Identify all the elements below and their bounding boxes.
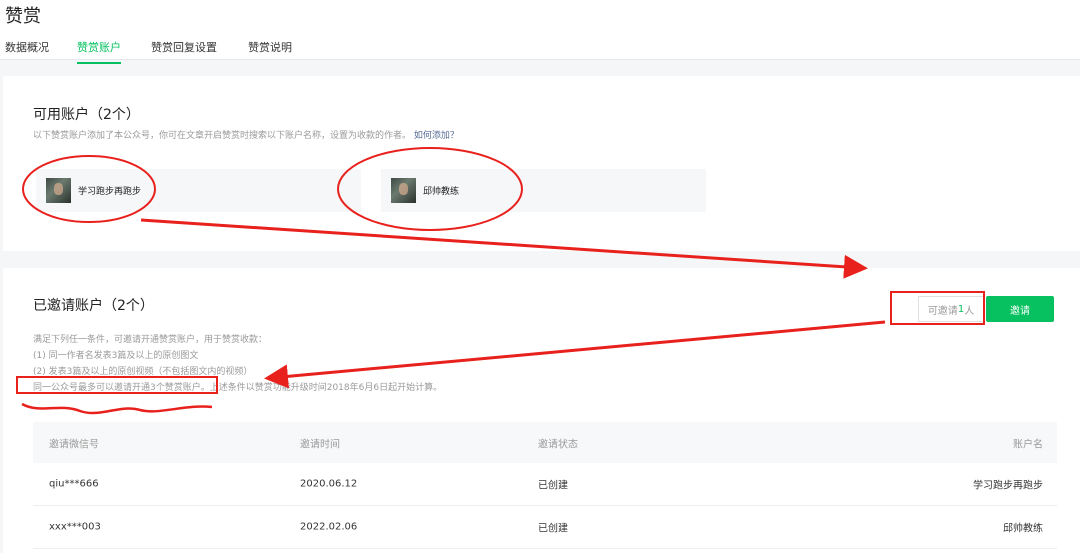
row-wechat-id: qiu***666 <box>49 478 99 490</box>
row-invite-time: 2022.02.06 <box>300 521 358 533</box>
invite-rule-line: (1) 同一作者名发表3篇及以上的原创图文 <box>33 351 199 361</box>
row-invite-time: 2020.06.12 <box>300 478 358 490</box>
account-name: 学习跑步再跑步 <box>78 187 142 197</box>
avatar <box>46 178 71 203</box>
row-invite-status: 已创建 <box>538 480 568 492</box>
table-header: 邀请微信号 邀请时间 邀请状态 账户名 <box>33 422 1057 463</box>
invite-rule-line: (2) 发表3篇及以上的原创视频（不包括图文内的视频） <box>33 367 253 377</box>
invite-quota-prefix: 可邀请 <box>927 305 958 317</box>
tab-accounts[interactable]: 赞赏账户 <box>77 39 121 64</box>
row-account-name: 学习跑步再跑步 <box>973 480 1043 492</box>
invite-quota: 可邀请 1 人 <box>918 296 984 322</box>
row-invite-status: 已创建 <box>538 523 568 535</box>
header-invite-time: 邀请时间 <box>300 439 340 450</box>
header-invite-status: 邀请状态 <box>538 439 578 450</box>
invite-button[interactable]: 邀请 <box>986 296 1054 322</box>
row-account-name: 邱帅教练 <box>1003 523 1043 535</box>
page-title: 赞赏 <box>5 6 41 27</box>
available-accounts-card: 可用账户（2个） 以下赞赏账户添加了本公众号，你可在文章开启赞赏时搜索以下账户名… <box>3 76 1080 251</box>
invited-accounts-card: 已邀请账户（2个） 可邀请 1 人 邀请 满足下列任一条件，可邀请开通赞赏账户，用于… <box>3 268 1080 553</box>
avatar <box>391 178 416 203</box>
table-row: qiu***666 2020.06.12 已创建 学习跑步再跑步 <box>33 463 1057 506</box>
invited-accounts-title: 已邀请账户（2个） <box>33 298 154 314</box>
header-wechat-id: 邀请微信号 <box>49 439 99 450</box>
account-card[interactable]: 学习跑步再跑步 <box>36 169 361 212</box>
available-accounts-title: 可用账户（2个） <box>33 107 140 123</box>
invite-rule-line: 同一公众号最多可以邀请开通3个赞赏账户。上述条件以赞赏功能升级时间2018年6月… <box>33 383 443 393</box>
app-stage: 赞赏 数据概况 赞赏账户 赞赏回复设置 赞赏说明 可用账户（2个） 以下赞赏账户… <box>0 0 1080 553</box>
account-name: 邱帅教练 <box>423 187 460 197</box>
row-wechat-id: xxx***003 <box>49 521 101 533</box>
account-card[interactable]: 邱帅教练 <box>381 169 706 212</box>
how-to-add-link[interactable]: 如何添加？ <box>414 131 459 141</box>
invite-quota-suffix: 人 <box>964 305 975 317</box>
available-desc-text: 以下赞赏账户添加了本公众号，你可在文章开启赞赏时搜索以下账户名称，设置为收款的作… <box>33 131 412 141</box>
tab-reply-settings[interactable]: 赞赏回复设置 <box>151 39 217 62</box>
tab-overview[interactable]: 数据概况 <box>5 39 49 62</box>
available-accounts-desc: 以下赞赏账户添加了本公众号，你可在文章开启赞赏时搜索以下账户名称，设置为收款的作… <box>33 128 459 141</box>
header-account-name: 账户名 <box>1013 439 1043 450</box>
tab-instructions[interactable]: 赞赏说明 <box>248 39 292 62</box>
invited-accounts-table: 邀请微信号 邀请时间 邀请状态 账户名 qiu***666 2020.06.12… <box>33 422 1057 549</box>
table-row: xxx***003 2022.02.06 已创建 邱帅教练 <box>33 506 1057 549</box>
top-bar: 赞赏 数据概况 赞赏账户 赞赏回复设置 赞赏说明 <box>0 0 1080 64</box>
invite-rule-line: 满足下列任一条件，可邀请开通赞赏账户，用于赞赏收款： <box>33 335 268 345</box>
